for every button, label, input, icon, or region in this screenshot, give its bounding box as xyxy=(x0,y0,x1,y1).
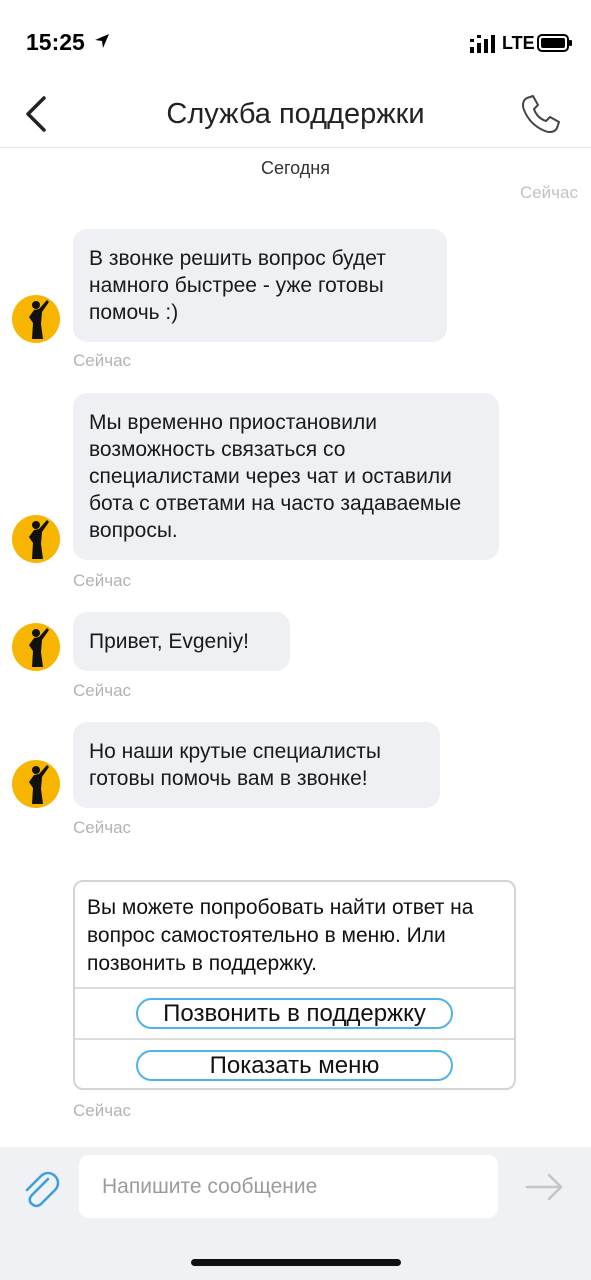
avatar xyxy=(12,760,60,808)
message-bubble: В звонке решить вопрос будет намного быс… xyxy=(73,229,447,342)
call-support-button[interactable]: Позвонить в поддержку xyxy=(136,998,453,1029)
show-menu-button[interactable]: Показать меню xyxy=(136,1050,453,1081)
support-avatar-icon xyxy=(29,520,49,559)
message-time: Сейчас xyxy=(73,681,132,700)
send-button[interactable] xyxy=(523,1169,567,1205)
status-bar: 15:25 LTE xyxy=(0,0,591,80)
message-bubble: Привет, Evgeniy! xyxy=(73,612,290,671)
attach-button[interactable] xyxy=(18,1167,62,1211)
network-type: LTE xyxy=(502,33,535,53)
signal-icon xyxy=(470,35,495,53)
paperclip-icon xyxy=(25,1171,60,1208)
phone-icon xyxy=(522,95,560,133)
message-time: Сейчас xyxy=(73,351,132,370)
avatar xyxy=(12,623,60,671)
page-title: Служба поддержки xyxy=(166,98,425,130)
support-avatar-icon xyxy=(29,628,49,667)
ghost-timestamp: Сейчас xyxy=(519,183,578,202)
options-text: Вы можете попробовать найти ответ на воп… xyxy=(75,882,514,989)
avatar xyxy=(12,295,60,343)
message-time: Сейчас xyxy=(73,818,132,837)
nav-bar: Служба поддержки xyxy=(0,80,591,148)
message-bubble: Но наши крутые специалисты готовы помочь… xyxy=(73,722,440,808)
date-separator: Сегодня xyxy=(261,158,330,178)
message-input[interactable] xyxy=(79,1155,498,1218)
location-arrow-icon xyxy=(95,34,109,48)
chat-area[interactable]: Сегодня Сейчас В звонке решить вопрос бу… xyxy=(0,149,591,1147)
options-card: Вы можете попробовать найти ответ на воп… xyxy=(73,880,516,1090)
message-bubble: Мы временно приостановили возможность св… xyxy=(73,393,499,560)
composer-bar xyxy=(0,1147,591,1280)
option-row: Позвонить в поддержку xyxy=(75,989,514,1040)
home-indicator xyxy=(191,1259,401,1266)
option-row: Показать меню xyxy=(75,1040,514,1088)
battery-icon xyxy=(537,34,572,52)
avatar xyxy=(12,515,60,563)
call-button[interactable] xyxy=(517,92,563,136)
message-time: Сейчас xyxy=(73,571,132,590)
support-avatar-icon xyxy=(29,300,49,339)
send-arrow-icon xyxy=(525,1173,563,1201)
status-time: 15:25 xyxy=(26,29,85,55)
support-avatar-icon xyxy=(29,765,49,804)
message-time: Сейчас xyxy=(73,1101,132,1120)
